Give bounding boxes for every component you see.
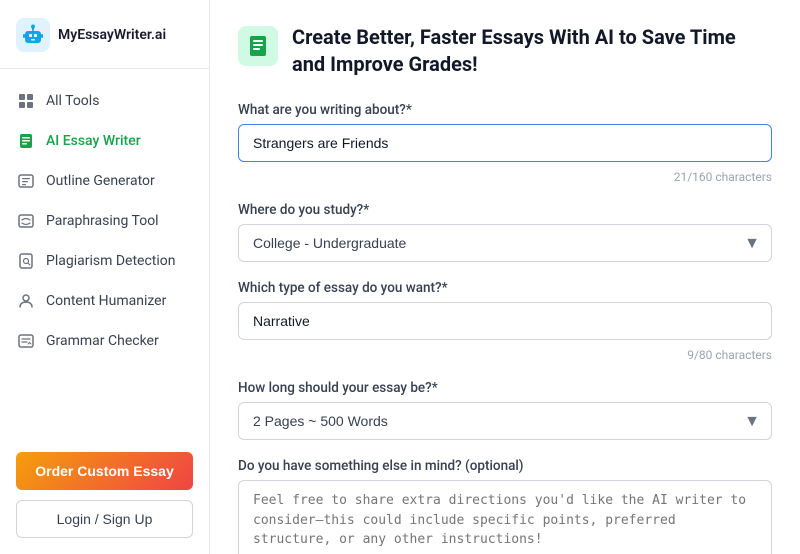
length-select-wrapper: 1 Page ~ 250 Words 2 Pages ~ 500 Words 3… [238,402,772,440]
sidebar-item-paraphrasing-tool-label: Paraphrasing Tool [46,213,159,229]
paraphrase-icon [16,211,36,231]
page-header: Create Better, Faster Essays With AI to … [238,24,772,78]
essay-form: What are you writing about?* 21/160 char… [238,102,772,554]
sidebar-item-plagiarism-detection-label: Plagiarism Detection [46,253,176,269]
humanizer-icon [16,291,36,311]
essay-type-group: Which type of essay do you want?* 9/80 c… [238,280,772,362]
extra-textarea[interactable] [238,480,772,554]
page-title: Create Better, Faster Essays With AI to … [292,24,772,78]
grammar-icon [16,331,36,351]
sidebar-item-ai-essay-writer[interactable]: AI Essay Writer [0,121,209,161]
topic-char-count: 21/160 characters [238,170,772,184]
essay-length-group: How long should your essay be?* 1 Page ~… [238,380,772,440]
logo-icon [16,18,50,52]
essay-type-label: Which type of essay do you want?* [238,280,772,296]
essay-type-input[interactable] [238,302,772,340]
study-group: Where do you study?* High School College… [238,202,772,262]
sidebar-item-outline-generator-label: Outline Generator [46,173,155,189]
sidebar-item-content-humanizer[interactable]: Content Humanizer [0,281,209,321]
sidebar: MyEssayWriter.ai All Tools [0,0,210,554]
study-select-wrapper: High School College - Undergraduate Coll… [238,224,772,262]
sidebar-item-grammar-checker[interactable]: Grammar Checker [0,321,209,361]
sidebar-buttons: Order Custom Essay Login / Sign Up [0,436,209,554]
study-select[interactable]: High School College - Undergraduate Coll… [238,224,772,262]
study-label: Where do you study?* [238,202,772,218]
order-custom-essay-button[interactable]: Order Custom Essay [16,452,193,490]
topic-label: What are you writing about?* [238,102,772,118]
topic-input[interactable] [238,124,772,162]
sidebar-item-plagiarism-detection[interactable]: Plagiarism Detection [0,241,209,281]
sidebar-item-grammar-checker-label: Grammar Checker [46,333,159,349]
outline-icon [16,171,36,191]
sidebar-item-content-humanizer-label: Content Humanizer [46,293,166,309]
plagiarism-icon [16,251,36,271]
logo-text: MyEssayWriter.ai [58,27,166,43]
essay-type-char-count: 9/80 characters [238,348,772,362]
logo-area: MyEssayWriter.ai [0,0,209,69]
login-signup-button[interactable]: Login / Sign Up [16,500,193,538]
extra-label: Do you have something else in mind? (opt… [238,458,772,474]
sidebar-nav: All Tools AI Essay Writer [0,69,209,436]
topic-group: What are you writing about?* 21/160 char… [238,102,772,184]
essay-length-label: How long should your essay be?* [238,380,772,396]
extra-group: Do you have something else in mind? (opt… [238,458,772,554]
main-content: Create Better, Faster Essays With AI to … [210,0,800,554]
header-icon [238,26,278,66]
sidebar-item-paraphrasing-tool[interactable]: Paraphrasing Tool [0,201,209,241]
grid-icon [16,91,36,111]
length-select[interactable]: 1 Page ~ 250 Words 2 Pages ~ 500 Words 3… [238,402,772,440]
sidebar-item-all-tools[interactable]: All Tools [0,81,209,121]
sidebar-item-outline-generator[interactable]: Outline Generator [0,161,209,201]
essay-icon [16,131,36,151]
document-icon [246,34,270,58]
sidebar-item-ai-essay-writer-label: AI Essay Writer [46,133,141,149]
sidebar-item-all-tools-label: All Tools [46,93,99,109]
